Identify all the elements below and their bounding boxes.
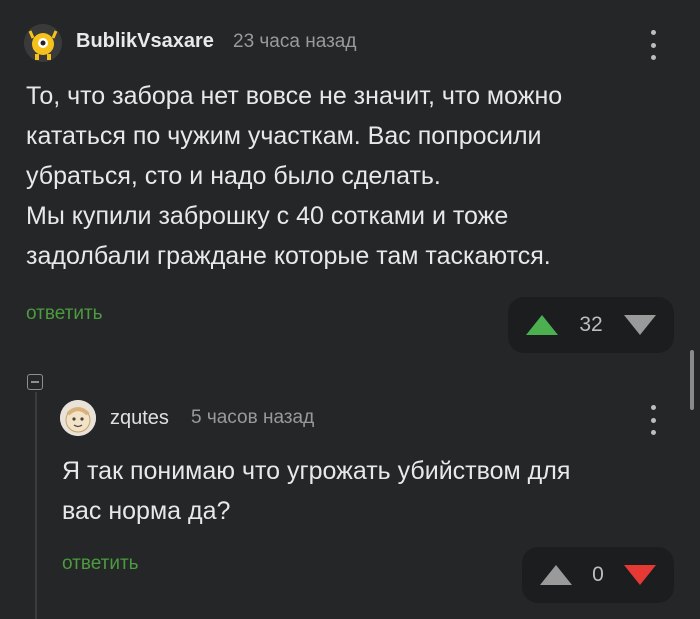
username[interactable]: zqutes	[110, 407, 169, 430]
vote-widget: 0	[522, 547, 674, 603]
yellow-character-avatar-icon	[24, 24, 62, 62]
comment-text: Я так понимаю что угрожать убийством для…	[62, 457, 571, 525]
user-avatar[interactable]	[24, 24, 62, 62]
comment: BublikVsaxare 23 часа назад То, что забо…	[0, 0, 700, 360]
reply-button[interactable]: ответить	[62, 553, 139, 575]
timestamp: 23 часа назад	[233, 31, 357, 52]
downvote-icon[interactable]	[624, 565, 656, 585]
reply-button[interactable]: ответить	[26, 303, 103, 325]
vote-count: 0	[592, 563, 604, 586]
comment-reply: zqutes 5 часов назад Я так понимаю что у…	[0, 360, 700, 619]
username[interactable]: BublikVsaxare	[76, 30, 214, 53]
vote-widget: 32	[508, 297, 674, 353]
upvote-icon[interactable]	[540, 565, 572, 585]
upvote-icon[interactable]	[526, 315, 558, 335]
vote-count: 32	[579, 313, 603, 336]
cartoon-face-avatar-icon	[60, 400, 96, 436]
comment-text: То, что забора нет вовсе не значит, что …	[26, 82, 563, 270]
user-avatar[interactable]	[60, 400, 96, 436]
timestamp: 5 часов назад	[191, 407, 315, 428]
more-options-icon[interactable]	[649, 30, 657, 60]
more-options-icon[interactable]	[649, 405, 657, 435]
downvote-icon[interactable]	[623, 315, 656, 335]
